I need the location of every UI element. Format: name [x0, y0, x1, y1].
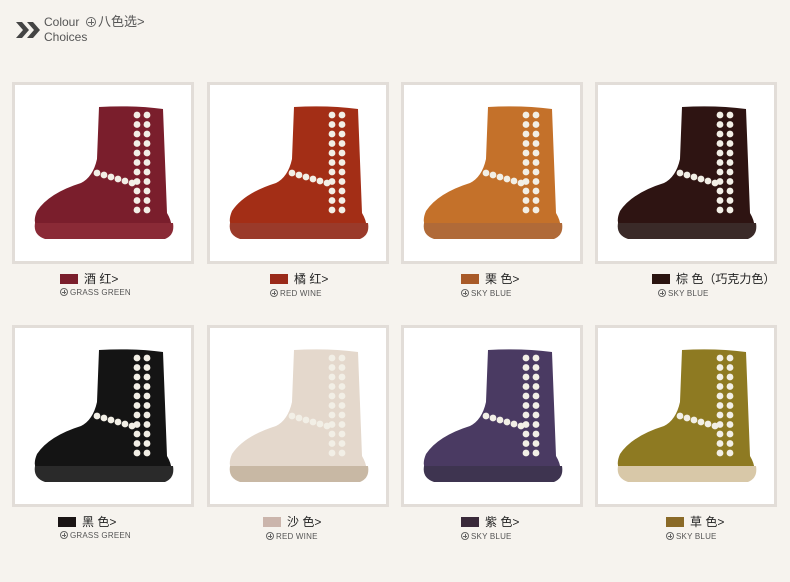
boot-image: [229, 349, 369, 482]
circle-plus-icon: [270, 289, 278, 297]
title-en-line2: Choices: [44, 30, 88, 44]
color-swatch: [60, 274, 78, 284]
circle-plus-icon: [666, 532, 674, 540]
double-chevron-icon: [16, 22, 40, 38]
color-name: 酒 红>: [84, 272, 119, 286]
boot-image: [34, 106, 174, 239]
color-subtitle: SKY BLUE: [666, 532, 717, 542]
color-subtitle: GRASS GREEN: [60, 288, 131, 298]
color-subtitle: SKY BLUE: [658, 289, 709, 299]
title-cn: 八色选>: [86, 15, 145, 29]
circle-plus-icon: [658, 289, 666, 297]
product-card[interactable]: [595, 82, 777, 264]
color-swatch: [270, 274, 288, 284]
color-subtitle-text: SKY BLUE: [471, 289, 512, 298]
color-label[interactable]: 棕 色（巧克力色）: [652, 272, 775, 286]
boot-image: [34, 349, 174, 482]
color-swatch: [652, 274, 670, 284]
boot-image: [423, 349, 563, 482]
color-name: 橘 红>: [294, 272, 329, 286]
color-subtitle-text: RED WINE: [280, 289, 322, 298]
color-subtitle-text: GRASS GREEN: [70, 531, 131, 540]
color-subtitle: GRASS GREEN: [60, 531, 131, 541]
product-card[interactable]: [207, 325, 389, 507]
color-subtitle: RED WINE: [270, 289, 322, 299]
product-card[interactable]: [595, 325, 777, 507]
color-label[interactable]: 紫 色>: [461, 515, 519, 529]
title-en-line1: Colour: [44, 15, 80, 29]
color-subtitle-text: SKY BLUE: [471, 532, 512, 541]
product-card[interactable]: [12, 82, 194, 264]
boot-image: [423, 106, 563, 239]
color-swatch: [58, 517, 76, 527]
color-subtitle: RED WINE: [266, 532, 318, 542]
title-cn-text: 八色选>: [98, 14, 145, 29]
color-label[interactable]: 栗 色>: [461, 272, 519, 286]
color-subtitle-text: SKY BLUE: [668, 289, 709, 298]
boot-image: [229, 106, 369, 239]
circle-plus-icon: [461, 532, 469, 540]
color-name: 沙 色>: [287, 515, 322, 529]
boot-image: [617, 349, 757, 482]
product-card[interactable]: [401, 82, 583, 264]
color-label[interactable]: 橘 红>: [270, 272, 328, 286]
color-label[interactable]: 沙 色>: [263, 515, 321, 529]
color-label[interactable]: 酒 红>: [60, 272, 118, 286]
color-label[interactable]: 黑 色>: [58, 515, 116, 529]
product-card[interactable]: [12, 325, 194, 507]
color-name: 草 色>: [690, 515, 725, 529]
circle-plus-icon: [266, 532, 274, 540]
color-swatch: [666, 517, 684, 527]
circle-plus-icon: [60, 288, 68, 296]
color-subtitle: SKY BLUE: [461, 532, 512, 542]
color-name: 棕 色（巧克力色）: [676, 272, 776, 286]
circle-plus-icon: [86, 17, 96, 27]
color-name: 栗 色>: [485, 272, 520, 286]
product-card[interactable]: [401, 325, 583, 507]
color-subtitle: SKY BLUE: [461, 289, 512, 299]
product-card[interactable]: [207, 82, 389, 264]
color-subtitle-text: GRASS GREEN: [70, 288, 131, 297]
color-swatch: [263, 517, 281, 527]
color-name: 黑 色>: [82, 515, 117, 529]
color-label[interactable]: 草 色>: [666, 515, 724, 529]
boot-image: [617, 106, 757, 239]
color-name: 紫 色>: [485, 515, 520, 529]
color-swatch: [461, 517, 479, 527]
color-swatch: [461, 274, 479, 284]
color-subtitle-text: RED WINE: [276, 532, 318, 541]
color-subtitle-text: SKY BLUE: [676, 532, 717, 541]
circle-plus-icon: [60, 531, 68, 539]
circle-plus-icon: [461, 289, 469, 297]
